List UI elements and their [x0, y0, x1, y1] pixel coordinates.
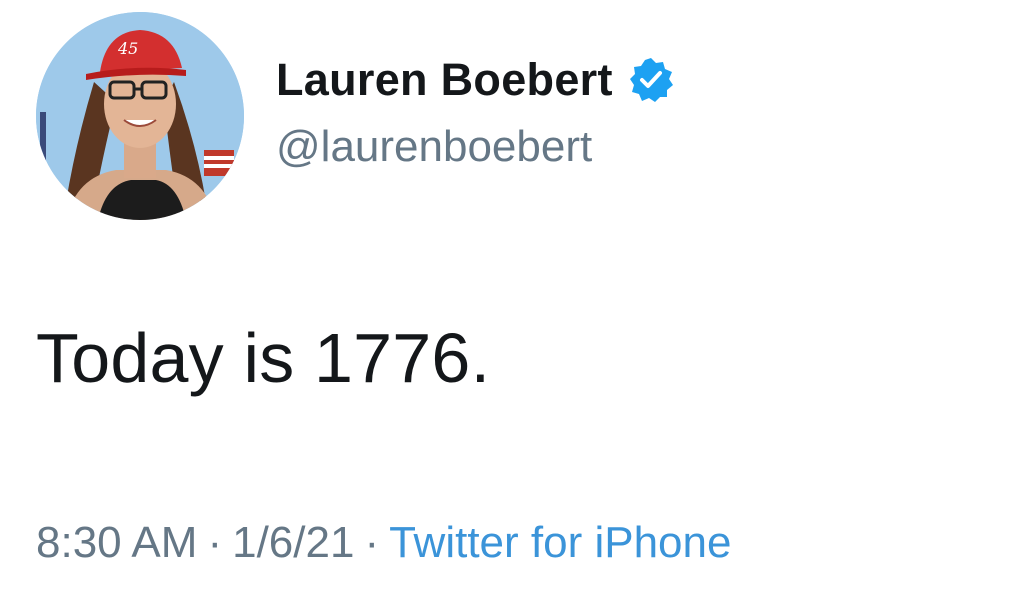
verified-badge-icon — [627, 56, 675, 104]
name-row: Lauren Boebert — [276, 50, 675, 110]
avatar-photo-icon: 45 — [36, 12, 244, 220]
source-link[interactable]: Twitter for iPhone — [389, 518, 731, 567]
tweet-card: 45 Lauren Boebert @laurenboebert Today i… — [0, 0, 1028, 604]
tweet-date[interactable]: 1/6/21 — [232, 518, 354, 567]
tweet-time[interactable]: 8:30 AM — [36, 518, 197, 567]
user-handle[interactable]: @laurenboebert — [276, 122, 675, 172]
avatar[interactable]: 45 — [36, 12, 244, 220]
tweet-metadata: 8:30 AM · 1/6/21 · Twitter for iPhone — [36, 518, 731, 568]
hat-text: 45 — [117, 39, 138, 58]
separator: · — [364, 518, 380, 567]
author-info: Lauren Boebert @laurenboebert — [276, 50, 675, 172]
tweet-text: Today is 1776. — [36, 319, 491, 397]
display-name[interactable]: Lauren Boebert — [276, 54, 613, 106]
separator: · — [207, 518, 223, 567]
